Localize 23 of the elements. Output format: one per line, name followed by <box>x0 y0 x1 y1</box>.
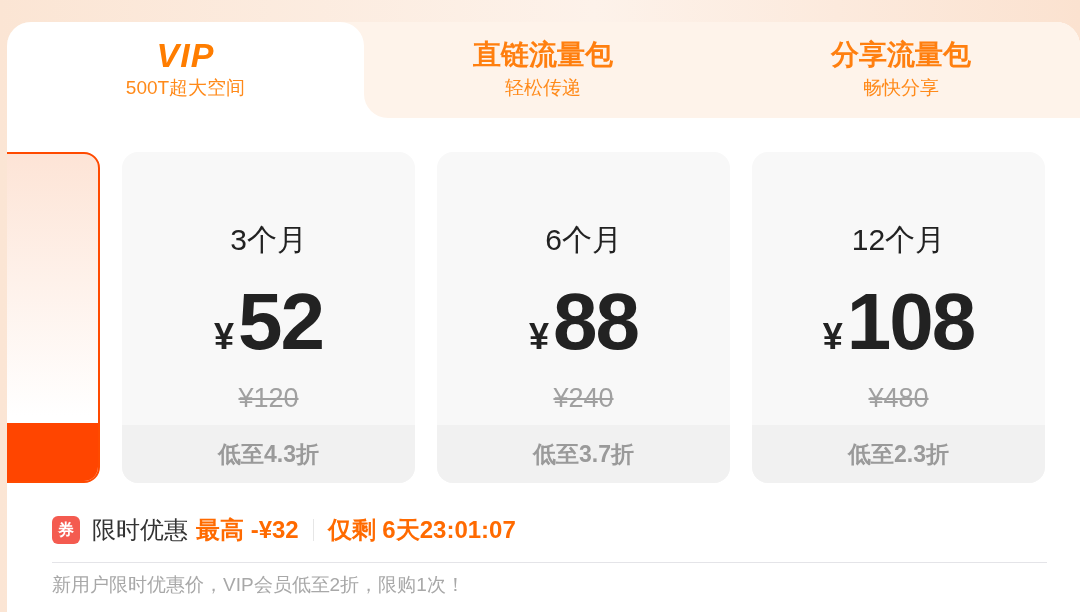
original-price: ¥480 <box>868 384 929 412</box>
coupon-badge: 券 <box>52 516 80 544</box>
currency-symbol: ¥ <box>214 319 234 355</box>
note-text: 新用户限时优惠价，VIP会员低至2折，限购1次！ <box>52 574 465 595</box>
period-label: 6个月 <box>545 222 622 258</box>
original-price: ¥240 <box>553 384 614 412</box>
price-amount: 52 <box>238 282 323 362</box>
currency-symbol: ¥ <box>822 319 843 355</box>
period-label: 12个月 <box>851 222 946 258</box>
promo-label: 限时优惠 <box>92 515 188 545</box>
period-label: 3个月 <box>230 222 307 258</box>
discount-band: 低至2.3折 <box>752 425 1045 483</box>
price-amount: 88 <box>553 282 638 362</box>
countdown-text: 仅剩 6天23:01:07 <box>327 515 516 545</box>
original-price: ¥120 <box>238 384 299 412</box>
discount-band: 低至4.3折 <box>122 425 415 483</box>
price-amount: 108 <box>846 282 975 362</box>
plan-card[interactable]: 6个月 ¥88 ¥240 低至3.7折 <box>437 152 730 483</box>
max-discount-text: 最高 -¥32 <box>196 515 299 545</box>
discount-band: 低至3.7折 <box>437 425 730 483</box>
plan-card[interactable]: 12个月 ¥108 ¥480 低至2.3折 <box>752 152 1045 483</box>
plan-card[interactable]: 3个月 ¥52 ¥120 低至4.3折 <box>122 152 415 483</box>
currency-symbol: ¥ <box>529 319 549 355</box>
